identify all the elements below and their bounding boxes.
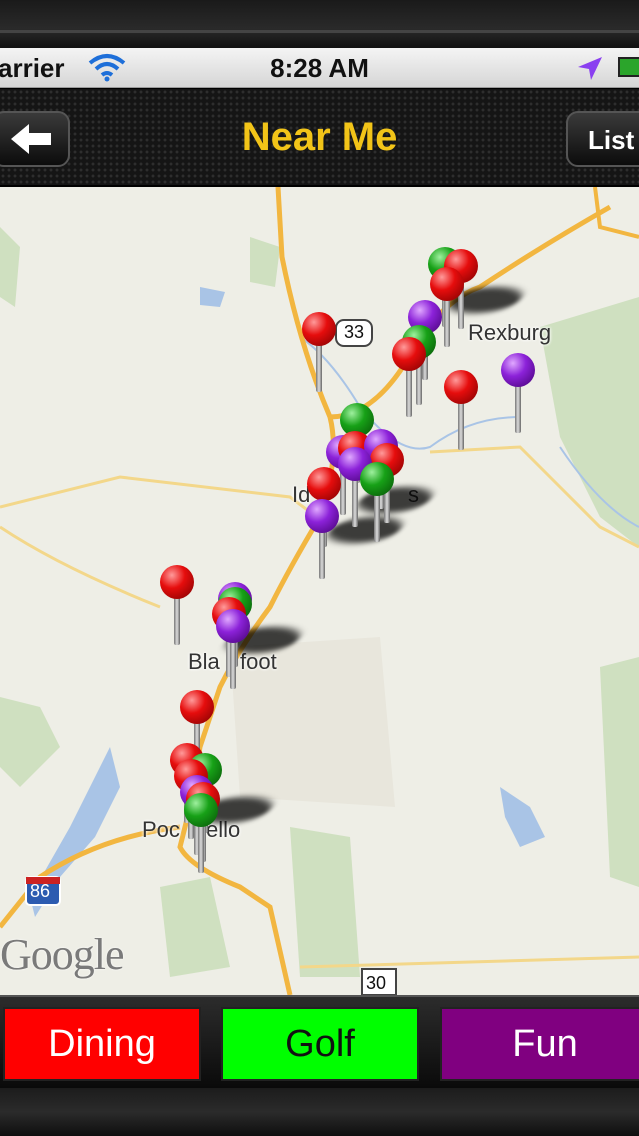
map-pin-fun[interactable] xyxy=(501,353,535,437)
route-shield-33: 33 xyxy=(344,322,365,342)
dining-button[interactable]: Dining xyxy=(3,1007,201,1081)
route-shield-86: 86 xyxy=(30,881,51,901)
app-screen: arrier 8:28 AM Near Me List 33 86 30 Rex… xyxy=(0,0,639,1136)
category-bar: Dining Golf Fun xyxy=(0,995,639,1088)
device-bezel-top xyxy=(0,0,639,48)
map-view[interactable]: 33 86 30 Rexburg Id s Bla foot Poc ello xyxy=(0,187,639,995)
location-arrow-icon xyxy=(578,57,602,80)
golf-button[interactable]: Golf xyxy=(221,1007,419,1081)
map-pin-dining[interactable] xyxy=(302,312,336,396)
list-button[interactable]: List xyxy=(566,111,639,167)
google-attribution[interactable]: Google xyxy=(0,929,125,980)
map-pin-dining[interactable] xyxy=(392,337,426,421)
route-shield-30: 30 xyxy=(366,973,387,993)
map-pin-dining[interactable] xyxy=(444,370,478,454)
map-base xyxy=(0,187,639,995)
battery-icon xyxy=(618,57,639,77)
map-pin-dining[interactable] xyxy=(160,565,194,649)
device-bezel-bottom xyxy=(0,1088,639,1136)
map-pin-fun[interactable] xyxy=(216,609,250,693)
status-bar: arrier 8:28 AM xyxy=(0,48,639,88)
fun-button[interactable]: Fun xyxy=(440,1007,639,1081)
map-pin-golf[interactable] xyxy=(184,793,218,877)
page-title: Near Me xyxy=(241,115,398,159)
status-time: 8:28 AM xyxy=(270,53,369,83)
map-pin-golf[interactable] xyxy=(360,462,394,546)
city-label-rexburg: Rexburg xyxy=(468,320,552,345)
navigation-bar: Near Me List xyxy=(0,89,639,187)
map-pin-fun[interactable] xyxy=(305,499,339,583)
